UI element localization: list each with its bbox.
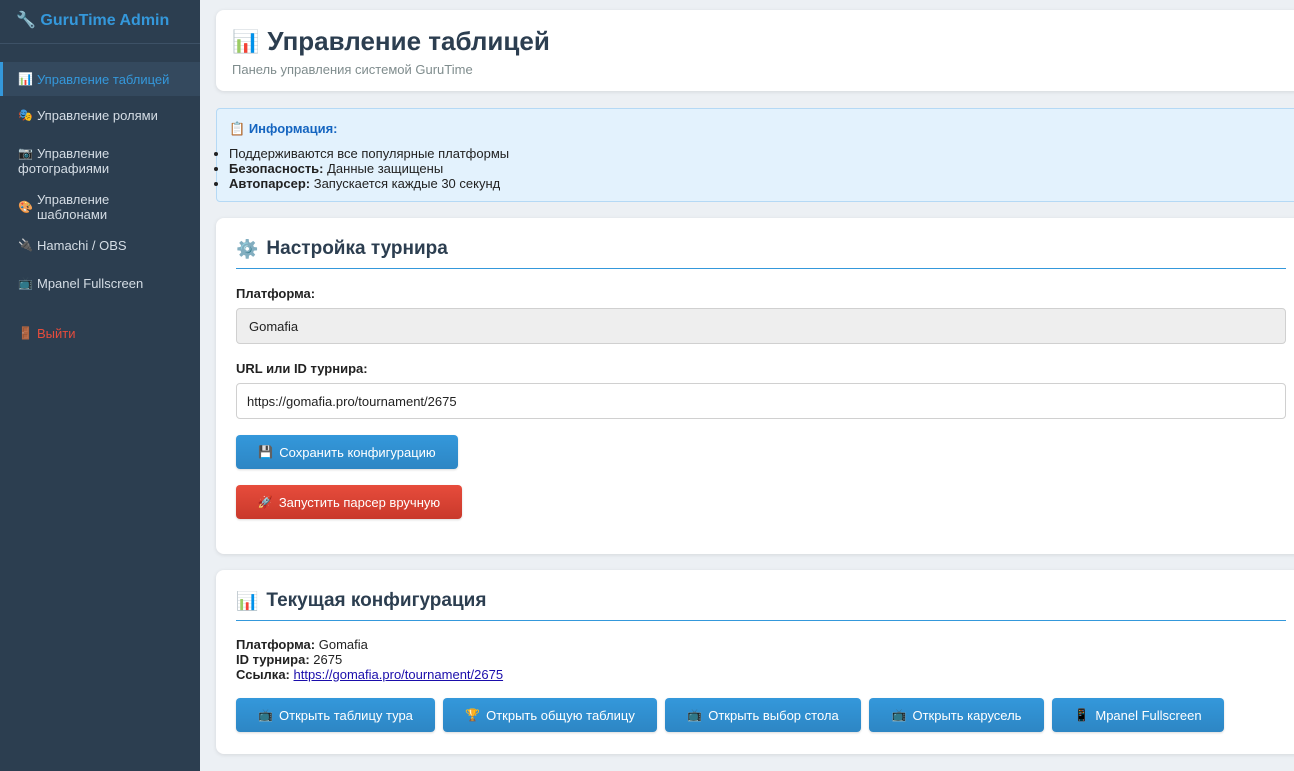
config-key: Платформа: (236, 637, 316, 652)
phone-icon: 📱 (1074, 708, 1090, 722)
open-carousel-button[interactable]: 📺 Открыть карусель (869, 698, 1044, 732)
brand: 🔧 GuruTime Admin (0, 0, 200, 44)
wrench-icon: 🔧 (16, 12, 36, 29)
action-buttons: 📺 Открыть таблицу тура 🏆 Открыть общую т… (236, 698, 1286, 732)
info-box: 📋 Информация: Поддерживаются все популяр… (216, 108, 1294, 202)
button-label: Открыть карусель (912, 707, 1022, 723)
sidebar-item-label: Управление таблицей (37, 71, 170, 87)
tournament-url-input[interactable]: https://gomafia.pro/tournament/2675 (236, 383, 1286, 419)
brand-title: GuruTime Admin (40, 12, 170, 29)
sidebar: 🔧 GuruTime Admin 📊 Управление таблицей 🎭… (0, 0, 200, 771)
mpanel-fullscreen-button[interactable]: 📱 Mpanel Fullscreen (1052, 698, 1224, 732)
button-label: Открыть таблицу тура (279, 707, 413, 723)
page-title: 📊 Управление таблицей (232, 26, 1290, 57)
sidebar-item-label: Mpanel Fullscreen (37, 275, 144, 291)
chart-icon: 📊 (232, 28, 260, 54)
info-item-key: Безопасность: (229, 161, 324, 176)
floppy-icon: 💾 (258, 445, 274, 459)
page-header: 📊 Управление таблицей Панель управления … (216, 10, 1294, 91)
sidebar-item-table[interactable]: 📊 Управление таблицей (0, 62, 200, 96)
open-table-select-button[interactable]: 📺 Открыть выбор стола (665, 698, 861, 732)
current-config-card: 📊 Текущая конфигурация Платформа: Gomafi… (216, 570, 1294, 754)
section-title: 📊 Текущая конфигурация (236, 590, 1286, 621)
main-content: 📊 Управление таблицей Панель управления … (216, 10, 1294, 754)
sidebar-nav: 📊 Управление таблицей 🎭 Управление ролям… (0, 62, 200, 352)
info-item-text: Данные защищены (323, 161, 444, 176)
button-label: Mpanel Fullscreen (1095, 707, 1202, 723)
list-item: Поддерживаются все популярные платформы (229, 146, 1293, 161)
section-title-text: Настройка турнира (266, 238, 448, 259)
sidebar-item-mpanel[interactable]: 📺 Mpanel Fullscreen (0, 264, 200, 302)
info-list: Поддерживаются все популярные платформы … (217, 146, 1293, 191)
chart-icon: 📊 (18, 72, 33, 86)
sidebar-item-hamachi[interactable]: 🔌 Hamachi / OBS (0, 226, 200, 264)
info-title-text: Информация: (248, 121, 338, 136)
plug-icon: 🔌 (18, 238, 33, 252)
logout-link[interactable]: 🚪 Выйти (0, 314, 200, 352)
save-config-label: Сохранить конфигурацию (279, 444, 436, 460)
clipboard-icon: 📋 (229, 121, 246, 136)
platform-label: Платформа: (236, 286, 316, 301)
config-link: Ссылка: https://gomafia.pro/tournament/2… (236, 667, 1286, 682)
platform-select[interactable]: Gomafia (236, 308, 1286, 344)
door-icon: 🚪 (18, 326, 33, 340)
gear-icon: ⚙️ (236, 238, 259, 259)
list-item: Безопасность: Данные защищены (229, 161, 1293, 176)
tv-icon: 📺 (891, 708, 907, 722)
button-label: Открыть выбор стола (708, 707, 839, 723)
config-key: Ссылка: (236, 667, 290, 682)
open-round-table-button[interactable]: 📺 Открыть таблицу тура (236, 698, 435, 732)
info-item-text: Запускается каждые 30 секунд (310, 176, 501, 191)
sidebar-item-templates[interactable]: 🎨 Управление шаблонами (0, 188, 200, 226)
tv-icon: 📺 (258, 708, 274, 722)
info-item-text: Поддерживаются все популярные платформы (229, 146, 510, 161)
trophy-icon: 🏆 (465, 708, 481, 722)
run-parser-label: Запустить парсер вручную (278, 494, 441, 510)
section-title: ⚙️ Настройка турнира (236, 238, 1286, 269)
sidebar-item-roles[interactable]: 🎭 Управление ролями (0, 96, 200, 134)
rocket-icon: 🚀 (257, 495, 273, 509)
config-details: Платформа: Gomafia ID турнира: 2675 Ссыл… (236, 637, 1286, 682)
section-title-text: Текущая конфигурация (266, 590, 487, 611)
save-config-button[interactable]: 💾 Сохранить конфигурацию (236, 435, 458, 469)
config-platform: Платформа: Gomafia (236, 637, 1286, 652)
logout-label: Выйти (37, 325, 76, 341)
palette-icon: 🎨 (18, 200, 33, 214)
button-label: Открыть общую таблицу (486, 707, 635, 723)
url-label: URL или ID турнира: (236, 361, 368, 376)
tv-icon: 📺 (687, 708, 703, 722)
sidebar-item-label: Управление шаблонами (37, 192, 110, 222)
info-item-key: Автопарсер: (229, 176, 311, 191)
config-value: 2675 (309, 652, 343, 667)
sidebar-item-label: Hamachi / OBS (37, 237, 127, 253)
config-value: Gomafia (315, 637, 368, 652)
info-title: 📋 Информация: (229, 121, 1293, 137)
sidebar-item-label: Управление ролями (37, 107, 158, 123)
tournament-settings-card: ⚙️ Настройка турнира Платформа: Gomafia … (216, 218, 1294, 554)
run-parser-button[interactable]: 🚀 Запустить парсер вручную (236, 485, 462, 519)
open-overall-table-button[interactable]: 🏆 Открыть общую таблицу (443, 698, 657, 732)
masks-icon: 🎭 (18, 108, 33, 122)
sidebar-item-label: Управление фотографиями (18, 146, 110, 176)
config-key: ID турнира: (236, 652, 310, 667)
list-item: Автопарсер: Запускается каждые 30 секунд (229, 176, 1293, 191)
tournament-link[interactable]: https://gomafia.pro/tournament/2675 (294, 667, 504, 682)
sidebar-item-photos[interactable]: 📷 Управление фотографиями (0, 134, 200, 188)
chart-icon: 📊 (236, 590, 259, 611)
page-title-text: Управление таблицей (267, 26, 550, 56)
page-subtitle: Панель управления системой GuruTime (232, 62, 473, 77)
config-id: ID турнира: 2675 (236, 652, 1286, 667)
tv-icon: 📺 (18, 276, 33, 290)
